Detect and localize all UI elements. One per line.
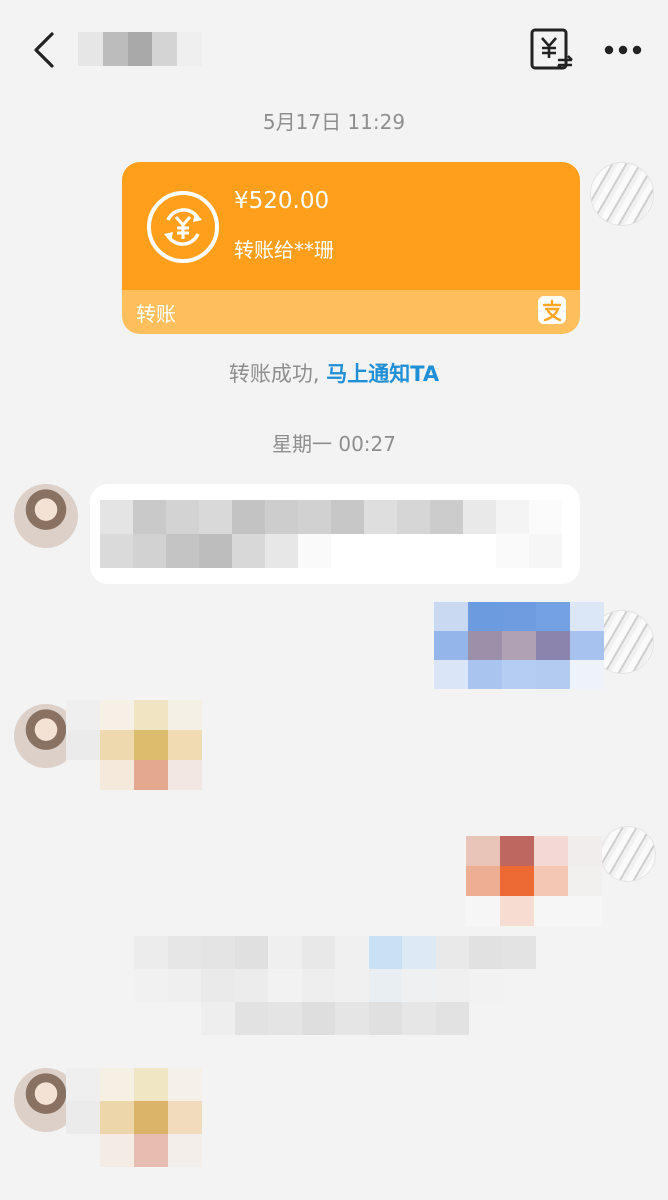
transfer-card[interactable]: ¥520.00 转账给**珊 转账 (122, 162, 580, 334)
message-image-mosaic[interactable] (434, 602, 604, 689)
transfer-amount: ¥520.00 (234, 188, 330, 214)
yuan-transfer-icon (530, 28, 573, 70)
my-avatar[interactable] (600, 826, 656, 882)
top-bar (0, 0, 668, 100)
transfer-button[interactable] (528, 26, 574, 72)
sticker-mosaic[interactable] (466, 836, 602, 926)
sticker-mosaic[interactable] (66, 1068, 202, 1167)
transfer-recipient: 转账给**珊 (234, 238, 334, 262)
contact-name-obscured (78, 32, 202, 66)
sticker-mosaic[interactable] (66, 700, 202, 790)
transfer-card-footer: 转账 (122, 290, 580, 334)
my-avatar[interactable] (590, 162, 654, 226)
more-button[interactable] (600, 30, 646, 70)
notify-link[interactable]: 马上通知TA (326, 362, 439, 386)
message-text-mosaic (100, 500, 562, 568)
timestamp: 星期一 00:27 (272, 432, 396, 456)
yuan-exchange-icon (147, 191, 219, 263)
transfer-card-body: ¥520.00 转账给**珊 (122, 162, 580, 290)
transfer-status: 转账成功, 马上通知TA (0, 358, 668, 388)
timestamp: 5月17日 11:29 (262, 110, 406, 134)
chevron-left-icon (34, 32, 54, 68)
transfer-status-text: 转账成功, (228, 362, 320, 386)
contact-avatar[interactable] (14, 484, 78, 548)
transfer-label: 转账 (136, 302, 176, 326)
more-dots-icon (604, 45, 642, 55)
alipay-icon (538, 296, 566, 324)
message-text-mosaic[interactable] (134, 936, 536, 1035)
back-button[interactable] (26, 28, 66, 72)
